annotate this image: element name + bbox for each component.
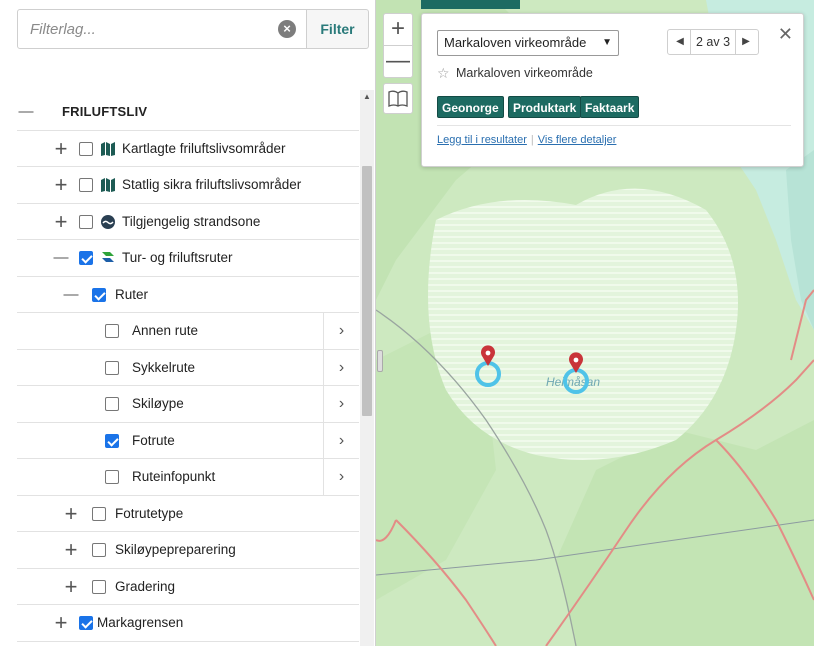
geonorge-button[interactable]: Geonorge	[437, 96, 504, 118]
expand-plus-icon[interactable]: +	[52, 167, 70, 202]
divider	[437, 125, 791, 126]
layer-checkbox[interactable]	[79, 214, 93, 229]
scroll-up-arrow-icon[interactable]: ▲	[360, 90, 374, 104]
panel-resize-handle[interactable]	[377, 350, 383, 372]
result-pager: ◀ 2 av 3 ▶	[667, 29, 759, 55]
faktaark-button[interactable]: Faktaark	[580, 96, 640, 118]
layer-label: Sykkelrute	[132, 359, 196, 375]
layer-label: Tilgjengelig strandsone	[122, 213, 261, 229]
layer-checkbox[interactable]	[79, 616, 93, 630]
chevron-right-icon[interactable]: ›	[323, 313, 359, 349]
layer-label: Skiløype	[132, 396, 184, 411]
layer-label: Fotrutetype	[115, 505, 184, 521]
layer-select-value: Markaloven virkeområde	[444, 35, 587, 50]
layer-label: Ruteinfopunkt	[132, 469, 216, 484]
route-logo-icon	[100, 250, 116, 266]
protected-area	[428, 188, 738, 460]
zoom-in-button[interactable]: +	[383, 13, 413, 46]
layer-checkbox[interactable]	[92, 579, 106, 594]
layer-label: Markagrensen	[97, 615, 184, 630]
layer-panel: × Filter — FRILUFTSLIV + Kartlagte frilufts…	[0, 0, 376, 646]
chevron-down-icon: ▼	[602, 37, 612, 48]
layer-checkbox[interactable]	[105, 470, 119, 484]
layer-checkbox[interactable]	[92, 506, 106, 521]
collapse-minus-icon[interactable]: —	[52, 240, 70, 275]
clear-filter-icon[interactable]: ×	[278, 20, 296, 38]
expand-plus-icon[interactable]: +	[62, 532, 80, 567]
place-label: Heimåsan	[546, 375, 600, 389]
layer-checkbox[interactable]	[92, 287, 106, 302]
next-result-icon[interactable]: ▶	[736, 30, 756, 54]
popup-tab-indicator	[421, 0, 520, 9]
layer-row[interactable]: + Tilgjengelig strandsone	[17, 204, 359, 240]
layer-row[interactable]: — Ruter	[17, 277, 359, 313]
expand-plus-icon[interactable]: +	[52, 131, 70, 166]
layer-row[interactable]: + Skiløypepreparering	[17, 532, 359, 569]
layer-row[interactable]: Sykkelrute ›	[17, 349, 359, 386]
layer-row[interactable]: + Kartlagte friluftslivsområder	[17, 131, 359, 167]
layer-checkbox[interactable]	[105, 360, 119, 375]
wave-icon	[100, 214, 116, 230]
layer-select[interactable]: Markaloven virkeområde ▼	[437, 30, 619, 56]
book-button[interactable]	[383, 83, 413, 114]
layer-row[interactable]: + Gradering	[17, 569, 359, 605]
scroll-thumb[interactable]	[362, 166, 372, 416]
filter-bar: × Filter	[17, 9, 369, 49]
layer-tree: — FRILUFTSLIV + Kartlagte friluftslivsområd…	[17, 94, 359, 642]
layer-row[interactable]: + Statlig sikra friluftslivsområder	[17, 167, 359, 204]
scrollbar[interactable]: ▲	[360, 90, 374, 646]
chevron-right-icon[interactable]: ›	[323, 349, 359, 386]
layer-row[interactable]: Annen rute ›	[17, 313, 359, 350]
expand-plus-icon[interactable]: +	[62, 569, 80, 604]
previous-result-icon[interactable]: ◀	[670, 30, 690, 54]
pager-label: 2 av 3	[690, 30, 736, 54]
zoom-out-button[interactable]: —	[383, 45, 413, 78]
expand-plus-icon[interactable]: +	[52, 204, 70, 239]
add-to-results-link[interactable]: Legg til i resultater	[437, 134, 527, 146]
layer-label: Ruter	[115, 286, 149, 302]
layer-checkbox[interactable]	[79, 251, 93, 265]
layer-checkbox[interactable]	[79, 178, 93, 192]
chevron-right-icon[interactable]: ›	[323, 459, 359, 495]
layer-checkbox[interactable]	[79, 141, 93, 156]
chevron-right-icon[interactable]: ›	[323, 422, 359, 459]
layer-label: Statlig sikra friluftslivsområder	[122, 177, 302, 192]
layer-label: FRILUFTSLIV	[62, 104, 148, 119]
layer-checkbox[interactable]	[92, 543, 106, 557]
layer-label: Skiløypepreparering	[115, 542, 236, 557]
layer-row[interactable]: + Markagrensen	[17, 605, 359, 642]
layer-row[interactable]: — FRILUFTSLIV	[17, 94, 359, 131]
filter-button[interactable]: Filter	[306, 9, 369, 49]
map-book-icon	[100, 141, 116, 157]
star-icon[interactable]: ☆	[437, 65, 450, 82]
layer-label: Annen rute	[132, 323, 199, 338]
show-details-link[interactable]: Vis flere detaljer	[538, 134, 617, 146]
close-icon[interactable]: ✕	[778, 24, 793, 45]
info-popup: Markaloven virkeområde ▼ ◀ 2 av 3 ▶ ✕ ☆ …	[421, 13, 804, 167]
layer-row[interactable]: Fotrute ›	[17, 422, 359, 459]
book-icon	[388, 90, 408, 107]
layer-label: Tur- og friluftsruter	[122, 250, 233, 265]
layer-checkbox[interactable]	[105, 397, 119, 411]
layer-label: Fotrute	[132, 432, 175, 448]
layer-row[interactable]: + Fotrutetype	[17, 496, 359, 532]
expand-plus-icon[interactable]: +	[52, 605, 70, 640]
layer-checkbox[interactable]	[105, 324, 119, 338]
filter-input-wrapper: ×	[17, 9, 307, 49]
layer-label: Kartlagte friluftslivsområder	[122, 140, 286, 156]
layer-row[interactable]: — Tur- og friluftsruter	[17, 240, 359, 277]
layer-row[interactable]: Skiløype ›	[17, 386, 359, 423]
chevron-right-icon[interactable]: ›	[323, 386, 359, 422]
expand-plus-icon[interactable]: +	[62, 496, 80, 531]
popup-title: Markaloven virkeområde	[456, 66, 593, 80]
collapse-minus-icon[interactable]: —	[62, 277, 80, 312]
produktark-button[interactable]: Produktark	[508, 96, 582, 118]
layer-row[interactable]: Ruteinfopunkt ›	[17, 459, 359, 496]
map-book-icon	[100, 177, 116, 193]
popup-links: Legg til i resultater | Vis flere detaljer	[437, 134, 617, 146]
collapse-minus-icon[interactable]: —	[17, 94, 35, 129]
layer-label: Gradering	[115, 578, 176, 594]
filter-input[interactable]	[18, 10, 273, 48]
layer-checkbox[interactable]	[105, 433, 119, 448]
